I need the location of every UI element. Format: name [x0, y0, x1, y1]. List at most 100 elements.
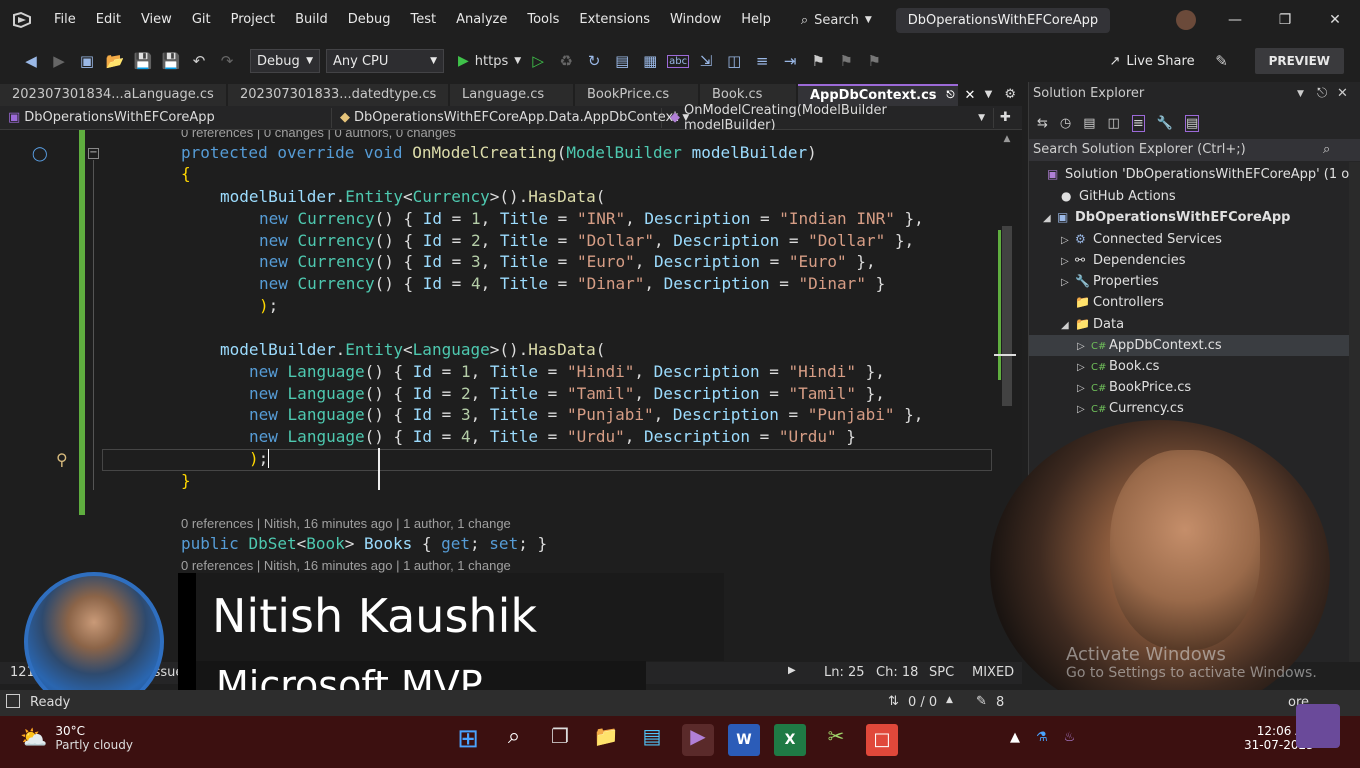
menu-help[interactable]: Help: [731, 0, 781, 40]
platform-dropdown[interactable]: Any CPU ▼: [326, 49, 444, 73]
member-navigation-dropdown[interactable]: ◆ OnModelCreating(ModelBuilder modelBuil…: [662, 103, 994, 133]
start-debugging-button[interactable]: ▶ https ▼: [458, 53, 521, 69]
column-number[interactable]: Ch: 18: [876, 665, 918, 680]
undo-icon[interactable]: ↶: [188, 52, 210, 70]
back-icon[interactable]: ◀: [20, 52, 42, 70]
chevron-up-icon[interactable]: ▲: [946, 695, 953, 705]
indent-icon[interactable]: ⇥: [779, 52, 801, 70]
menu-git[interactable]: Git: [182, 0, 221, 40]
scrollbar-thumb[interactable]: [1002, 226, 1012, 406]
split-editor-icon[interactable]: ✚: [994, 110, 1017, 125]
refresh-icon[interactable]: ↻: [583, 52, 605, 70]
menu-test[interactable]: Test: [401, 0, 447, 40]
project-navigation-dropdown[interactable]: ▣ DbOperationsWithEFCoreApp: [0, 107, 332, 128]
solution-search-field[interactable]: Search Solution Explorer (Ctrl+;) ⌕: [1029, 139, 1360, 161]
taskbar-search-icon[interactable]: ⌕: [498, 724, 530, 756]
menu-extensions[interactable]: Extensions: [569, 0, 660, 40]
account-avatar[interactable]: [1176, 10, 1196, 30]
tray-overflow-icon[interactable]: ▲: [1010, 730, 1020, 745]
codelens-next[interactable]: 0 references | Nitish, 16 minutes ago | …: [181, 558, 511, 573]
properties-wrench-icon[interactable]: 🔧: [1157, 116, 1173, 131]
project-node[interactable]: ◢ ▣ DbOperationsWithEFCoreApp: [1043, 207, 1290, 228]
filter-icon[interactable]: ≡: [1131, 114, 1145, 132]
collapsed-chevron-icon[interactable]: ▷: [1061, 251, 1075, 272]
close-icon[interactable]: ✕: [1337, 82, 1348, 106]
tab-overflow-icon[interactable]: ▼: [979, 84, 999, 106]
dependencies-node[interactable]: ▷ ⚯ Dependencies: [1061, 250, 1186, 271]
close-icon[interactable]: ✕: [1310, 12, 1360, 28]
menu-project[interactable]: Project: [221, 0, 285, 40]
preview-selected-icon[interactable]: ▤: [1184, 114, 1200, 132]
codelens-books[interactable]: 0 references | Nitish, 16 minutes ago | …: [181, 516, 511, 531]
menu-view[interactable]: View: [131, 0, 182, 40]
visual-studio-icon[interactable]: ▶: [682, 724, 714, 756]
start-icon[interactable]: ⊞: [452, 724, 484, 756]
bookmark-next-icon[interactable]: ⚑: [835, 52, 857, 70]
data-folder-node[interactable]: ◢ 📁 Data: [1061, 314, 1124, 335]
tab-language-migration[interactable]: 202307301834...aLanguage.cs: [0, 84, 226, 106]
collapse-all-icon[interactable]: ▤: [1083, 116, 1095, 131]
collapsed-chevron-icon[interactable]: ▷: [1077, 378, 1091, 399]
whitespace-mode[interactable]: SPC: [929, 665, 954, 680]
collapsed-chevron-icon[interactable]: ▷: [1061, 272, 1075, 293]
forward-icon[interactable]: ▶: [48, 52, 70, 70]
git-changes-icon[interactable]: ⇅: [888, 694, 899, 709]
pin-icon[interactable]: ⎋: [1317, 82, 1327, 106]
lightbulb-icon[interactable]: ⚲: [56, 450, 68, 469]
preview-badge[interactable]: PREVIEW: [1254, 48, 1344, 74]
redo-icon[interactable]: ↷: [216, 52, 238, 70]
menu-analyze[interactable]: Analyze: [446, 0, 517, 40]
step-icon[interactable]: ⇲: [695, 52, 717, 70]
collapse-toggle-icon[interactable]: −: [88, 148, 99, 159]
override-glyph-icon[interactable]: ◯: [32, 146, 48, 162]
recorder-icon[interactable]: □: [866, 724, 898, 756]
scroll-right-icon[interactable]: ▶: [788, 665, 796, 676]
collapsed-chevron-icon[interactable]: ▷: [1061, 230, 1075, 251]
snipping-tool-icon[interactable]: ✂: [820, 724, 852, 756]
menu-tools[interactable]: Tools: [517, 0, 569, 40]
notification-avatar[interactable]: [1296, 704, 1340, 748]
hot-reload-icon[interactable]: ♻: [555, 52, 577, 70]
solution-node[interactable]: ▣ Solution 'DbOperationsWithEFCoreApp' (1…: [1033, 164, 1360, 185]
minimize-icon[interactable]: —: [1210, 12, 1260, 28]
codelens-onmodelcreating[interactable]: 0 references | 0 changes | 0 authors, 0 …: [181, 130, 456, 140]
github-actions-node[interactable]: ● GitHub Actions: [1061, 186, 1176, 207]
line-number[interactable]: Ln: 25: [824, 665, 865, 680]
class-navigation-dropdown[interactable]: ◆ DbOperationsWithEFCoreApp.Data.AppDbCo…: [332, 107, 689, 128]
feedback-icon[interactable]: ✎: [1211, 52, 1233, 70]
visual-studio-logo-icon[interactable]: [0, 0, 44, 40]
word-icon[interactable]: W: [728, 724, 760, 756]
solution-scrollbar[interactable]: [1349, 162, 1360, 662]
tab-language[interactable]: Language.cs: [450, 84, 573, 106]
save-icon[interactable]: 💾: [132, 52, 154, 70]
git-changes-count[interactable]: 0 / 0: [908, 695, 937, 710]
weather-widget[interactable]: ⛅ 30°C Partly cloudy: [20, 724, 133, 752]
maximize-icon[interactable]: ❐: [1260, 12, 1310, 28]
currency-file-node[interactable]: ▷ C# Currency.cs: [1077, 398, 1184, 419]
collapsed-chevron-icon[interactable]: ▷: [1077, 357, 1091, 378]
properties-node[interactable]: ▷ 🔧 Properties: [1061, 271, 1159, 292]
expanded-chevron-icon[interactable]: ◢: [1043, 208, 1057, 229]
connected-services-node[interactable]: ▷ ⚙ Connected Services: [1061, 229, 1222, 250]
split-icon[interactable]: ◫: [723, 52, 745, 70]
expanded-chevron-icon[interactable]: ◢: [1061, 315, 1075, 336]
chevron-down-icon[interactable]: ▼: [1297, 82, 1304, 106]
collapsed-chevron-icon[interactable]: ▷: [1077, 336, 1091, 357]
open-folder-icon[interactable]: 📂: [104, 52, 126, 70]
show-all-files-icon[interactable]: ◫: [1108, 116, 1120, 131]
appdbcontext-file-node[interactable]: ▷ C# AppDbContext.cs: [1029, 335, 1360, 356]
bluetooth-icon[interactable]: ⚗: [1036, 730, 1048, 745]
menu-build[interactable]: Build: [285, 0, 338, 40]
file-explorer-icon[interactable]: 📁: [590, 724, 622, 756]
save-all-icon[interactable]: 💾: [160, 52, 182, 70]
tab-datedtype-migration[interactable]: 202307301833...datedtype.cs: [228, 84, 448, 106]
layout-icon[interactable]: ▦: [639, 52, 661, 70]
book-file-node[interactable]: ▷ C# Book.cs: [1077, 356, 1159, 377]
controllers-node[interactable]: 📁 Controllers: [1075, 292, 1164, 313]
browse-icon[interactable]: ▤: [611, 52, 633, 70]
excel-icon[interactable]: X: [774, 724, 806, 756]
bookprice-file-node[interactable]: ▷ C# BookPrice.cs: [1077, 377, 1191, 398]
align-left-icon[interactable]: ≡: [751, 52, 773, 70]
spell-check-icon[interactable]: abc: [667, 54, 690, 68]
menu-edit[interactable]: Edit: [86, 0, 131, 40]
